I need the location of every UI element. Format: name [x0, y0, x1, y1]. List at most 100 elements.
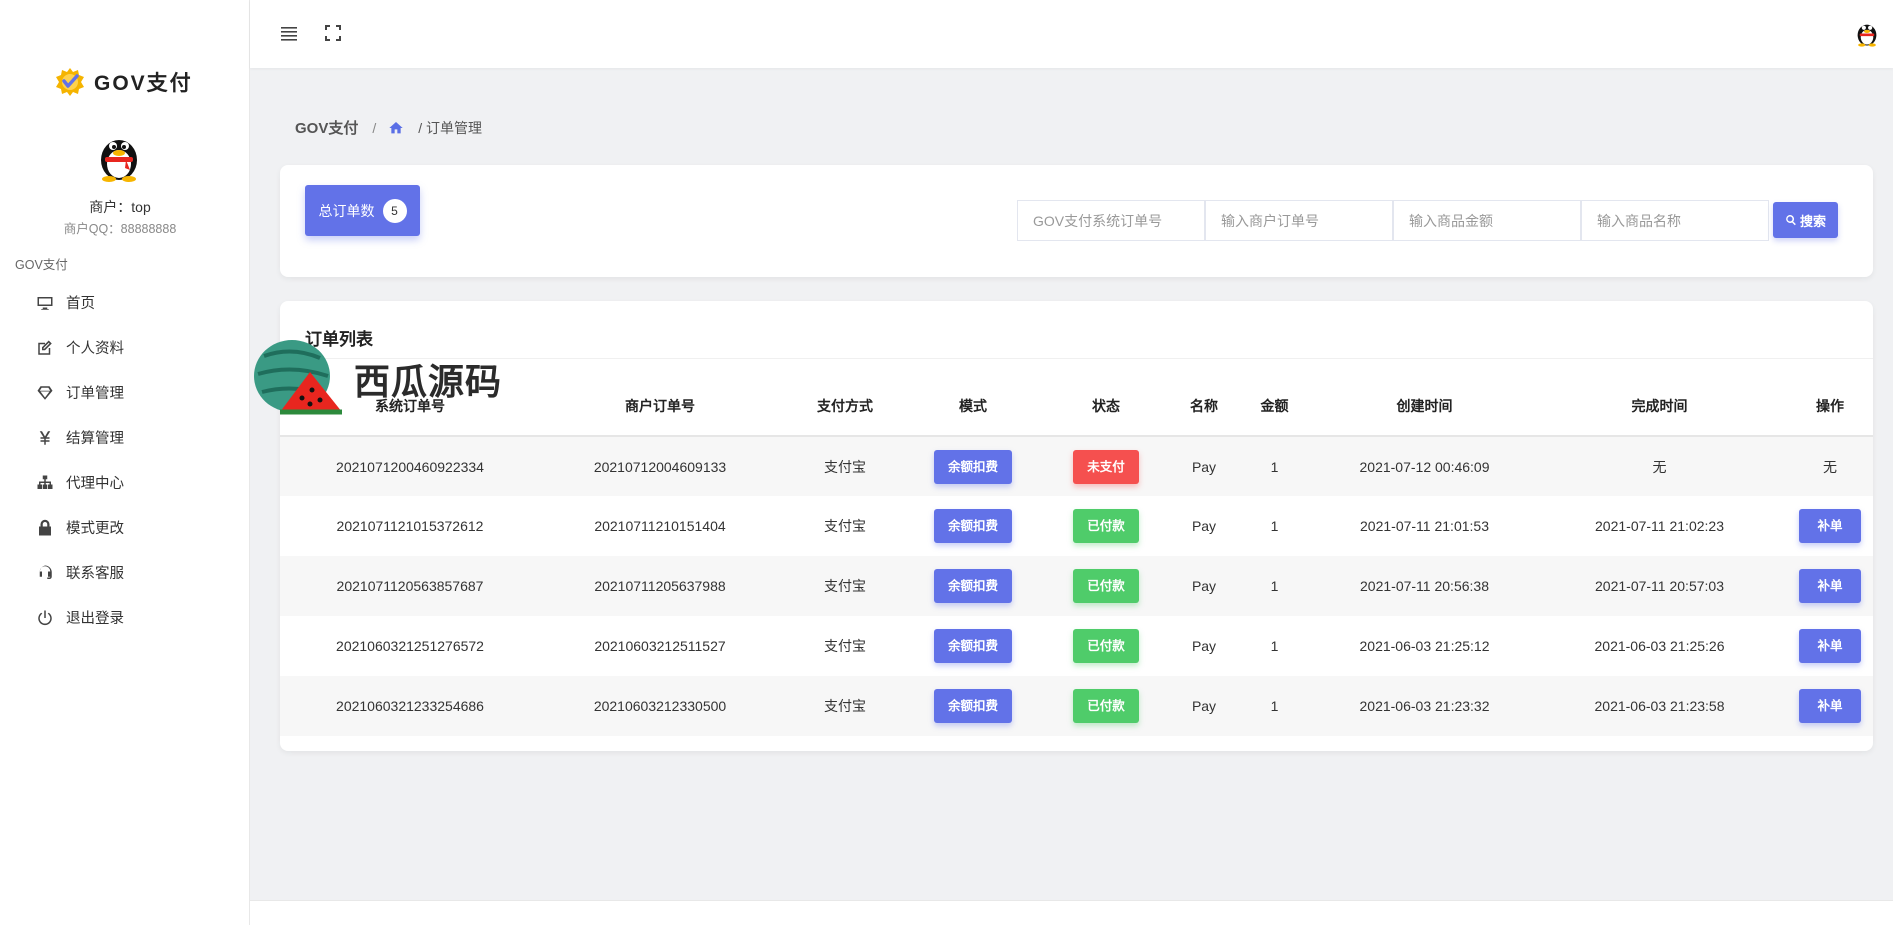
status-cell: 未支付 [1036, 436, 1176, 496]
system-order-no: 2021071200460922334 [336, 458, 484, 475]
column-header: 操作 [1787, 376, 1873, 437]
column-header: 创建时间 [1317, 376, 1532, 437]
resupply-button[interactable]: 补单 [1799, 629, 1861, 663]
product-name: Pay [1191, 638, 1217, 654]
search-icon [1786, 215, 1796, 226]
created-time: 2021-06-03 21:23:32 [1359, 698, 1490, 714]
column-header: 模式 [910, 376, 1036, 437]
total-orders-badge: 5 [382, 198, 407, 223]
status-cell: 已付款 [1036, 676, 1176, 736]
breadcrumb: GOV支付 / / 订单管理 [295, 117, 482, 138]
mode-badge: 余额扣费 [933, 569, 1012, 603]
system-order-no: 2021071120563857687 [336, 578, 484, 594]
brand-name: GOV支付 [94, 72, 193, 95]
payment-method: 支付宝 [824, 518, 866, 534]
finished-time: 无 [1652, 458, 1667, 475]
amount: 1 [1270, 518, 1279, 534]
table-row: 2021071200460922334 20210712004609133 支付… [280, 436, 1873, 496]
sidebar-item-label: 联系客服 [66, 566, 124, 582]
merchant-order-input[interactable] [1205, 200, 1393, 241]
divider [280, 358, 1873, 359]
resupply-button[interactable]: 补单 [1799, 509, 1861, 543]
column-header: 商户订单号 [540, 376, 780, 437]
product-name: Pay [1191, 458, 1217, 475]
brand[interactable]: GOV支付 [54, 66, 193, 98]
breadcrumb-separator: / [372, 119, 377, 136]
sidebar-item-profile[interactable]: 个人资料 [0, 325, 250, 370]
status-cell: 已付款 [1036, 616, 1176, 676]
sidebar-item-support[interactable]: 联系客服 [0, 550, 250, 595]
monitor-icon [37, 296, 53, 310]
merchant-order-no: 20210603212330500 [593, 698, 727, 714]
amount-input[interactable] [1393, 200, 1581, 241]
brand-logo-icon [56, 68, 84, 96]
status-badge: 已付款 [1073, 509, 1139, 543]
mode-cell: 余额扣费 [910, 496, 1036, 556]
sidebar: GOV支付 商户：top 商户QQ：88888888 GOV支付 首页 个人资料… [0, 0, 250, 925]
sidebar-item-logout[interactable]: 退出登录 [0, 595, 250, 640]
total-orders-button[interactable]: 总订单数 5 [305, 185, 420, 236]
mode-cell: 余额扣费 [910, 616, 1036, 676]
action-text: 无 [1823, 458, 1837, 475]
column-header: 完成时间 [1532, 376, 1787, 437]
mode-badge: 余额扣费 [933, 689, 1012, 723]
breadcrumb-current: / 订单管理 [418, 119, 483, 136]
action-cell: 补单 [1787, 676, 1873, 736]
mode-cell: 余额扣费 [910, 676, 1036, 736]
breadcrumb-root[interactable]: GOV支付 [295, 117, 358, 138]
product-name-input[interactable] [1581, 200, 1769, 241]
created-time: 2021-07-11 20:56:38 [1360, 578, 1489, 594]
table-title: 订单列表 [305, 330, 373, 349]
status-cell: 已付款 [1036, 496, 1176, 556]
footer [250, 900, 1893, 925]
table-header-row: 系统订单号 商户订单号 支付方式 模式 状态 名称 金额 创建时间 完成时间 操… [280, 376, 1873, 437]
created-time: 2021-06-03 21:25:12 [1359, 638, 1490, 654]
status-cell: 已付款 [1036, 556, 1176, 616]
column-header: 名称 [1176, 376, 1232, 437]
sidebar-item-mode[interactable]: 模式更改 [0, 505, 250, 550]
sidebar-item-settlement[interactable]: 结算管理 [0, 415, 250, 460]
merchant-qq: 商户QQ：88888888 [63, 222, 177, 236]
sidebar-item-label: 个人资料 [66, 341, 124, 357]
created-time: 2021-07-11 21:01:53 [1360, 518, 1489, 534]
resupply-button[interactable]: 补单 [1799, 569, 1861, 603]
created-time: 2021-07-12 00:46:09 [1359, 458, 1490, 475]
order-table: 系统订单号 商户订单号 支付方式 模式 状态 名称 金额 创建时间 完成时间 操… [280, 376, 1873, 736]
resupply-button[interactable]: 补单 [1799, 689, 1861, 723]
order-table-card: 订单列表 系统订单号 商户订单号 支付方式 模式 状态 名称 金额 创建时间 完… [280, 301, 1873, 751]
amount: 1 [1270, 638, 1279, 654]
product-name: Pay [1191, 698, 1217, 714]
merchant-order-no: 20210603212511527 [594, 638, 726, 654]
system-order-input[interactable] [1017, 200, 1205, 241]
yen-icon [39, 430, 51, 445]
merchant-order-no: 20210711205637988 [594, 578, 726, 594]
sidebar-item-label: 首页 [66, 296, 95, 312]
column-header: 支付方式 [780, 376, 910, 437]
table-row: 2021071120563857687 20210711205637988 支付… [280, 556, 1873, 616]
home-icon[interactable] [388, 120, 404, 136]
column-header: 状态 [1036, 376, 1176, 437]
fullscreen-icon[interactable] [323, 23, 343, 43]
table-row: 2021060321251276572 20210603212511527 支付… [280, 616, 1873, 676]
edit-icon [38, 340, 52, 355]
menu-icon[interactable] [279, 23, 299, 43]
system-order-no: 2021060321233254686 [336, 698, 484, 714]
user-avatar[interactable] [1855, 19, 1879, 47]
sidebar-item-home[interactable]: 首页 [0, 280, 250, 325]
sidebar-item-orders[interactable]: 订单管理 [0, 370, 250, 415]
search-button[interactable]: 搜索 [1773, 202, 1838, 238]
sidebar-item-label: 代理中心 [66, 476, 124, 492]
product-name: Pay [1191, 578, 1217, 594]
status-badge: 未支付 [1073, 449, 1139, 484]
finished-time: 2021-06-03 21:25:26 [1594, 638, 1725, 654]
avatar[interactable] [96, 130, 142, 182]
finished-time: 2021-06-03 21:23:58 [1594, 698, 1725, 714]
finished-time: 2021-07-11 21:02:23 [1595, 518, 1724, 534]
sidebar-item-label: 结算管理 [66, 431, 124, 447]
sidebar-section-label: GOV支付 [15, 258, 68, 272]
topbar [250, 0, 1893, 68]
search-button-label: 搜索 [1799, 213, 1826, 229]
sidebar-item-agent[interactable]: 代理中心 [0, 460, 250, 505]
sidebar-item-label: 退出登录 [66, 611, 124, 627]
sitemap-icon [37, 475, 53, 489]
